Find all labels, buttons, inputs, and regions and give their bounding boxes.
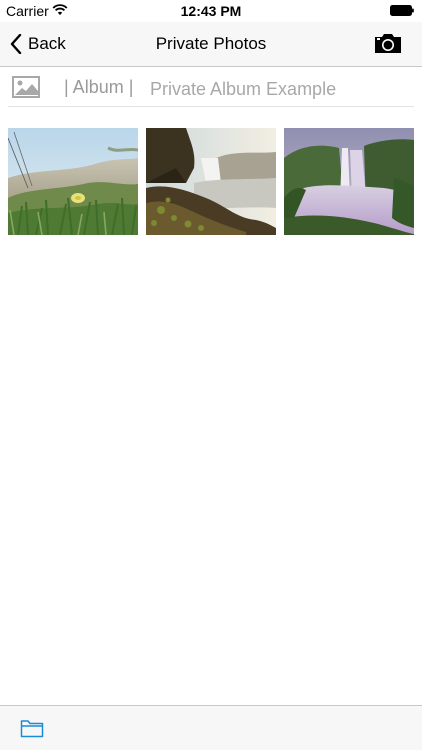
camera-icon[interactable] bbox=[374, 31, 402, 55]
clock: 12:43 PM bbox=[180, 3, 242, 19]
page-title: Private Photos bbox=[155, 34, 267, 53]
photo-grid bbox=[8, 128, 414, 236]
photo-thumbnail[interactable] bbox=[8, 128, 138, 235]
album-name: Private Album Example bbox=[150, 79, 337, 99]
status-bar: Carrier 12:43 PM bbox=[0, 0, 422, 22]
photo-dunes-flowers bbox=[8, 128, 138, 235]
album-header: | Album | Private Album Example bbox=[8, 68, 414, 107]
photo-thumbnail[interactable] bbox=[284, 128, 414, 235]
battery-icon bbox=[390, 5, 414, 16]
photo-waterfall-mist bbox=[284, 128, 414, 235]
folder-icon[interactable] bbox=[20, 718, 44, 738]
album-tag: | Album | bbox=[64, 77, 134, 97]
photo-waterfall-rocks bbox=[146, 128, 276, 235]
bottom-toolbar bbox=[0, 705, 422, 750]
navigation-bar: Back Private Photos bbox=[0, 22, 422, 67]
image-icon bbox=[12, 76, 40, 98]
photo-thumbnail[interactable] bbox=[146, 128, 276, 235]
